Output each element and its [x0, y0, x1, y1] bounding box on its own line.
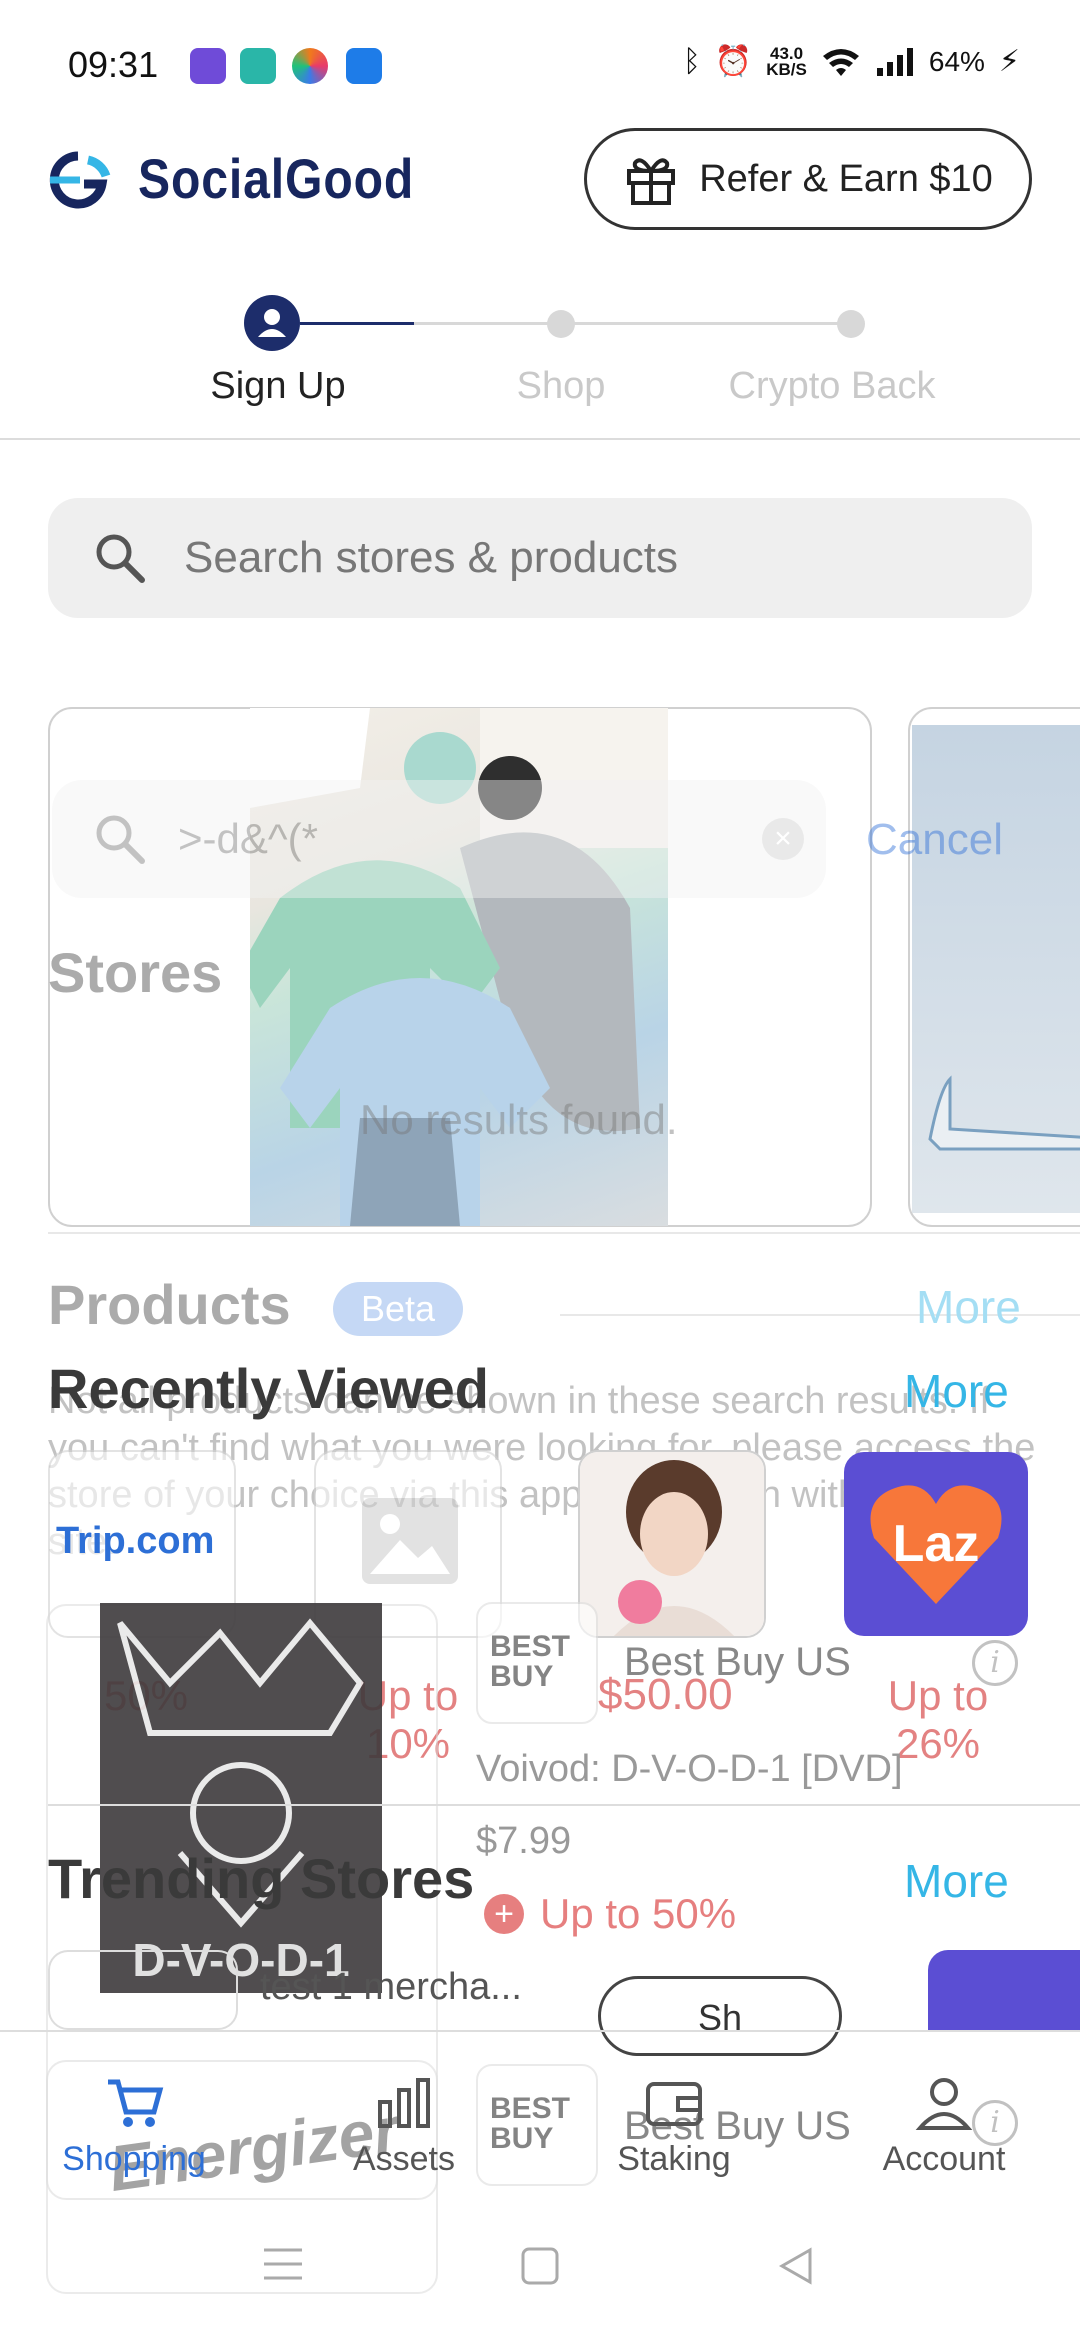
stepper-progress-line: [300, 322, 414, 325]
search-input[interactable]: Search stores & products: [48, 498, 1032, 618]
recently-viewed-more-link[interactable]: More: [904, 1364, 1009, 1418]
lazada-logo-text: Laz: [892, 1515, 980, 1573]
bluetooth-icon: ᛒ: [682, 44, 701, 78]
plus-circle-icon: +: [484, 1894, 524, 1934]
bottom-nav-divider: [0, 2030, 1080, 2032]
overlay-search-query: >-d&^(*: [178, 815, 318, 862]
wallet-icon: [646, 2082, 702, 2126]
recently-viewed-title: Recently Viewed: [48, 1357, 489, 1420]
overlay-divider: [48, 1232, 1080, 1234]
wifi-icon: [822, 48, 859, 76]
album-cover-image: D-V-O-D-1: [100, 1603, 382, 1993]
search-icon: [96, 534, 145, 583]
bar-chart-icon: [378, 2078, 430, 2128]
recent-product-lollipop[interactable]: [578, 1450, 766, 1638]
nav-staking[interactable]: Staking: [574, 2070, 774, 2179]
step-crypto-dot: [837, 310, 865, 338]
signal-icon: [876, 47, 913, 76]
search-icon: [96, 815, 145, 864]
trending-stores-title: Trending Stores: [48, 1847, 475, 1910]
portrait-photo-icon: [580, 1452, 764, 1636]
product-cashback: + Up to 50%: [484, 1890, 736, 1938]
user-icon: [915, 2078, 973, 2130]
products-more-link[interactable]: More: [916, 1280, 1021, 1334]
header-divider: [0, 438, 1080, 440]
info-icon[interactable]: i: [972, 1640, 1018, 1686]
status-icons: ᛒ ⏰ 43.0 KB/S 64% ⚡: [683, 44, 1020, 79]
back-icon[interactable]: [776, 2246, 816, 2286]
overlay-search-input[interactable]: >-d&^(*: [52, 780, 826, 898]
products-heading: Products: [48, 1273, 291, 1336]
battery-level: 64%: [928, 45, 985, 77]
browser-icon: [292, 48, 328, 84]
product-title: Voivod: D-V-O-D-1 [DVD]: [476, 1748, 903, 1790]
refer-earn-label: Refer & Earn $10: [699, 157, 993, 200]
refer-earn-button[interactable]: Refer & Earn $10: [584, 128, 1032, 230]
charging-icon: ⚡: [998, 45, 1020, 78]
nav-account[interactable]: Account: [844, 2070, 1044, 2179]
stores-heading: Stores: [48, 941, 223, 1004]
promo-banner-2[interactable]: [908, 707, 1080, 1227]
search-placeholder: Search stores & products: [184, 533, 679, 582]
usb-icon: [346, 48, 382, 84]
menu-icon[interactable]: [262, 2246, 304, 2282]
cart-icon: [108, 2079, 164, 2127]
status-time: 09:31: [68, 44, 159, 85]
trending-lazada-card[interactable]: [928, 1950, 1080, 2030]
step-shop-label: Shop: [516, 365, 606, 407]
step-shop-dot: [547, 310, 575, 338]
clear-search-icon[interactable]: ×: [762, 818, 804, 860]
recent-store-lazada[interactable]: Laz: [844, 1452, 1028, 1636]
product-price: $7.99: [476, 1820, 572, 1862]
cancel-button[interactable]: Cancel: [866, 815, 1003, 865]
trending-more-link[interactable]: More: [904, 1854, 1009, 1908]
bestbuy-logo-icon: BEST BUY: [476, 1602, 598, 1724]
tripcom-logo: Trip.com: [56, 1520, 215, 1562]
step-signup-label: Sign Up: [210, 365, 346, 407]
shop-button[interactable]: Sh: [598, 1976, 842, 2056]
socialgood-logo-icon: [49, 151, 111, 209]
alarm-icon: ⏰: [714, 45, 753, 78]
image-placeholder-icon: [362, 1498, 458, 1584]
product-store-name: Best Buy US: [624, 1640, 851, 1684]
trending-merchant-name: test 1 mercha...: [260, 1966, 522, 2008]
airplane-photo-icon: [928, 1075, 1080, 1151]
stepper-line: [414, 322, 864, 325]
step-signup-dot: [244, 295, 300, 351]
step-crypto-label: Crypto Back: [728, 365, 936, 407]
nav-assets[interactable]: Assets: [304, 2070, 504, 2179]
brand-name: SocialGood: [138, 147, 415, 210]
trending-store-card[interactable]: [48, 1950, 238, 2030]
no-results-text: No results found.: [360, 1096, 678, 1143]
beta-badge: Beta: [333, 1282, 463, 1336]
user-icon: [258, 309, 286, 337]
net-speed: 43.0 KB/S: [766, 43, 807, 79]
gift-icon: [627, 158, 676, 205]
home-icon[interactable]: [520, 2246, 560, 2286]
lazada-1212-icon: [190, 48, 226, 84]
nav-shopping[interactable]: Shopping: [34, 2070, 234, 2179]
product-divider: [48, 1804, 1080, 1806]
chat-bubble-icon: [240, 48, 276, 84]
